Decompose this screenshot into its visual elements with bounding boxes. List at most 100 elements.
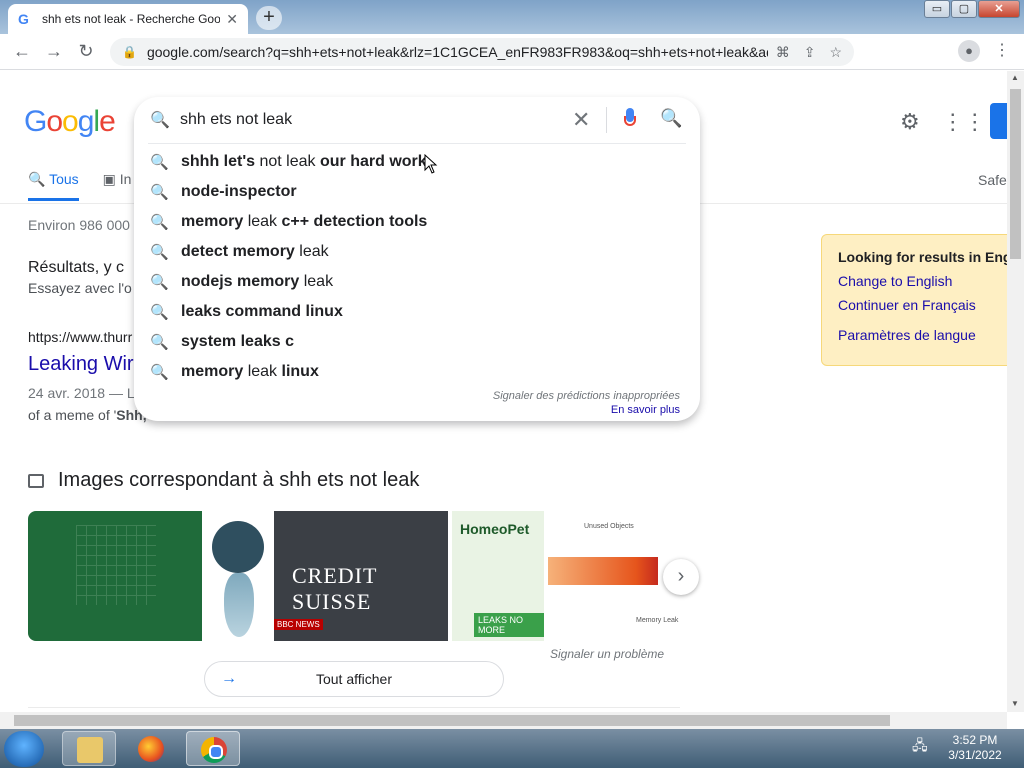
suggestion-item[interactable]: 🔍 shhh let's not leak our hard work [134, 147, 700, 177]
wikileaks-globe-icon [212, 521, 264, 573]
leaks-no-more-text: LEAKS NO MORE [474, 613, 544, 637]
taskbar-chrome[interactable] [186, 731, 240, 766]
browser-tab[interactable]: G shh ets not leak - Recherche Goo ✕ [8, 4, 248, 34]
search-input-row[interactable]: 🔍 shh ets not leak ✕ 🔍 [134, 97, 700, 143]
windows-taskbar: 🖧 3:52 PM 3/31/2022 [0, 729, 1024, 768]
google-logo[interactable]: Google [24, 105, 116, 139]
address-bar[interactable]: 🔒 google.com/search?q=shh+ets+not+leak&r… [110, 38, 854, 66]
language-suggestion-box: Looking for results in Engli Change to E… [821, 234, 1007, 366]
suggestion-item[interactable]: 🔍 leaks command linux [134, 297, 700, 327]
report-predictions-link[interactable]: Signaler des prédictions inappropriées [493, 390, 680, 402]
suggestion-item[interactable]: 🔍 node-inspector [134, 177, 700, 207]
horizontal-scrollbar[interactable] [0, 712, 1007, 729]
section-divider [28, 707, 680, 708]
see-all-button[interactable]: → Tout afficher [204, 661, 504, 697]
suggestion-item[interactable]: 🔍 nodejs memory leak [134, 267, 700, 297]
clear-search-icon[interactable]: ✕ [572, 107, 590, 133]
apps-grid-icon[interactable]: ⋮⋮ [942, 109, 986, 135]
tab-all[interactable]: 🔍 Tous [28, 171, 79, 201]
taskbar-firefox[interactable] [124, 731, 178, 766]
share-icon[interactable]: ⇪ [804, 44, 816, 61]
suggestion-item[interactable]: 🔍 system leaks c [134, 327, 700, 357]
scroll-down-arrow-icon[interactable]: ▼ [1011, 699, 1019, 708]
sign-in-button[interactable] [990, 103, 1007, 139]
search-input[interactable]: shh ets not leak [180, 111, 292, 129]
network-tray-icon[interactable]: 🖧 [912, 735, 928, 759]
search-icon: 🔍 [28, 171, 46, 187]
tab-close-icon[interactable]: ✕ [226, 11, 238, 28]
image-thumbnail-scrabble[interactable] [28, 511, 202, 641]
results-suggestion: Essayez avec l'o [28, 280, 132, 296]
vertical-scrollbar[interactable]: ▲ ▼ [1007, 71, 1024, 712]
window-controls: ▭ ▢ ✕ [923, 0, 1020, 18]
wikileaks-drop-icon [224, 573, 254, 637]
language-box-heading: Looking for results in Engli [838, 249, 1007, 265]
forward-button[interactable]: → [38, 41, 70, 62]
suggestion-item[interactable]: 🔍 memory leak linux [134, 357, 700, 387]
search-box-with-suggestions: 🔍 shh ets not leak ✕ 🔍 🔍 shhh let's not l… [134, 97, 700, 421]
scroll-up-arrow-icon[interactable]: ▲ [1011, 73, 1019, 82]
result-cite[interactable]: https://www.thurr [28, 329, 132, 345]
credit-suisse-text: CREDIT SUISSE [292, 563, 378, 614]
image-carousel: CREDIT SUISSE BBC NEWS HomeoPet LEAKS NO… [28, 511, 680, 641]
search-icon: 🔍 [150, 334, 169, 351]
results-heading: Résultats, y c [28, 259, 125, 276]
images-section-heading: Images correspondant à shh ets not leak [28, 469, 419, 492]
lock-icon[interactable]: 🔒 [122, 45, 137, 59]
voice-search-mic-icon[interactable] [624, 108, 636, 130]
image-thumbnail-credit-suisse[interactable]: CREDIT SUISSE BBC NEWS [274, 511, 448, 641]
suggestion-item[interactable]: 🔍 memory leak c++ detection tools [134, 207, 700, 237]
profile-avatar-icon[interactable]: ● [958, 40, 980, 62]
search-icon: 🔍 [150, 112, 170, 129]
start-button-windows-icon[interactable] [4, 731, 44, 767]
search-icon: 🔍 [150, 154, 169, 171]
safesearch-label[interactable]: Safe [978, 172, 1007, 188]
tab-images[interactable]: ▣ In [103, 171, 132, 201]
close-window-button[interactable]: ✕ [978, 0, 1020, 18]
search-icon: 🔍 [150, 244, 169, 261]
search-icon: 🔍 [150, 304, 169, 321]
google-favicon-icon: G [18, 11, 29, 27]
search-tabs: 🔍 Tous ▣ In [28, 171, 131, 201]
search-icon: 🔍 [150, 184, 169, 201]
memory-leak-label: Memory Leak [636, 617, 679, 624]
chrome-icon [201, 737, 227, 763]
horizontal-scroll-thumb[interactable] [14, 715, 890, 726]
new-tab-button[interactable]: + [256, 6, 282, 30]
search-icon: 🔍 [150, 364, 169, 381]
learn-more-link[interactable]: En savoir plus [611, 404, 680, 416]
browser-menu-icon[interactable]: ⋮ [994, 40, 1010, 62]
unused-objects-label: Unused Objects [584, 523, 634, 530]
bookmark-star-icon[interactable]: ☆ [829, 44, 842, 61]
language-settings-link[interactable]: Paramètres de langue [838, 327, 1004, 343]
result-stats: Environ 986 000 [28, 217, 130, 233]
result-snippet: of a meme of 'Shh, [28, 407, 147, 423]
carousel-next-chevron-icon[interactable]: › [663, 559, 699, 595]
report-problem-link[interactable]: Signaler un problème [550, 647, 664, 661]
suggestion-item[interactable]: 🔍 detect memory leak [134, 237, 700, 267]
continue-french-link[interactable]: Continuer en Français [838, 297, 1004, 313]
image-icon: ▣ [102, 171, 116, 187]
scrabble-grid [76, 525, 156, 605]
url-text: google.com/search?q=shh+ets+not+leak&rlz… [146, 44, 768, 60]
maximize-button[interactable]: ▢ [951, 0, 977, 18]
back-button[interactable]: ← [6, 41, 38, 62]
minimize-button[interactable]: ▭ [924, 0, 950, 18]
search-icon: 🔍 [150, 214, 169, 231]
result-title-link[interactable]: Leaking Wir [28, 353, 134, 376]
memory-bar [548, 557, 658, 585]
change-to-english-link[interactable]: Change to English [838, 273, 1004, 289]
translate-icon[interactable]: ⌘ [776, 44, 790, 61]
homeopet-text: HomeoPet [460, 521, 530, 537]
reload-button[interactable]: ↻ [70, 41, 102, 62]
search-submit-icon[interactable]: 🔍 [660, 108, 682, 129]
bbc-news-badge: BBC NEWS [274, 619, 323, 630]
image-thumbnail-wikileaks[interactable] [206, 511, 270, 641]
taskbar-explorer[interactable] [62, 731, 116, 766]
taskbar-clock[interactable]: 3:52 PM 3/31/2022 [940, 733, 1010, 763]
arrow-right-icon: → [221, 670, 237, 687]
image-thumbnail-memory-leak[interactable]: Unused Objects Memory Leak [548, 511, 680, 641]
settings-gear-icon[interactable]: ⚙ [900, 109, 920, 135]
vertical-scroll-thumb[interactable] [1010, 89, 1021, 259]
image-thumbnail-homeopet[interactable]: HomeoPet LEAKS NO MORE [452, 511, 544, 641]
